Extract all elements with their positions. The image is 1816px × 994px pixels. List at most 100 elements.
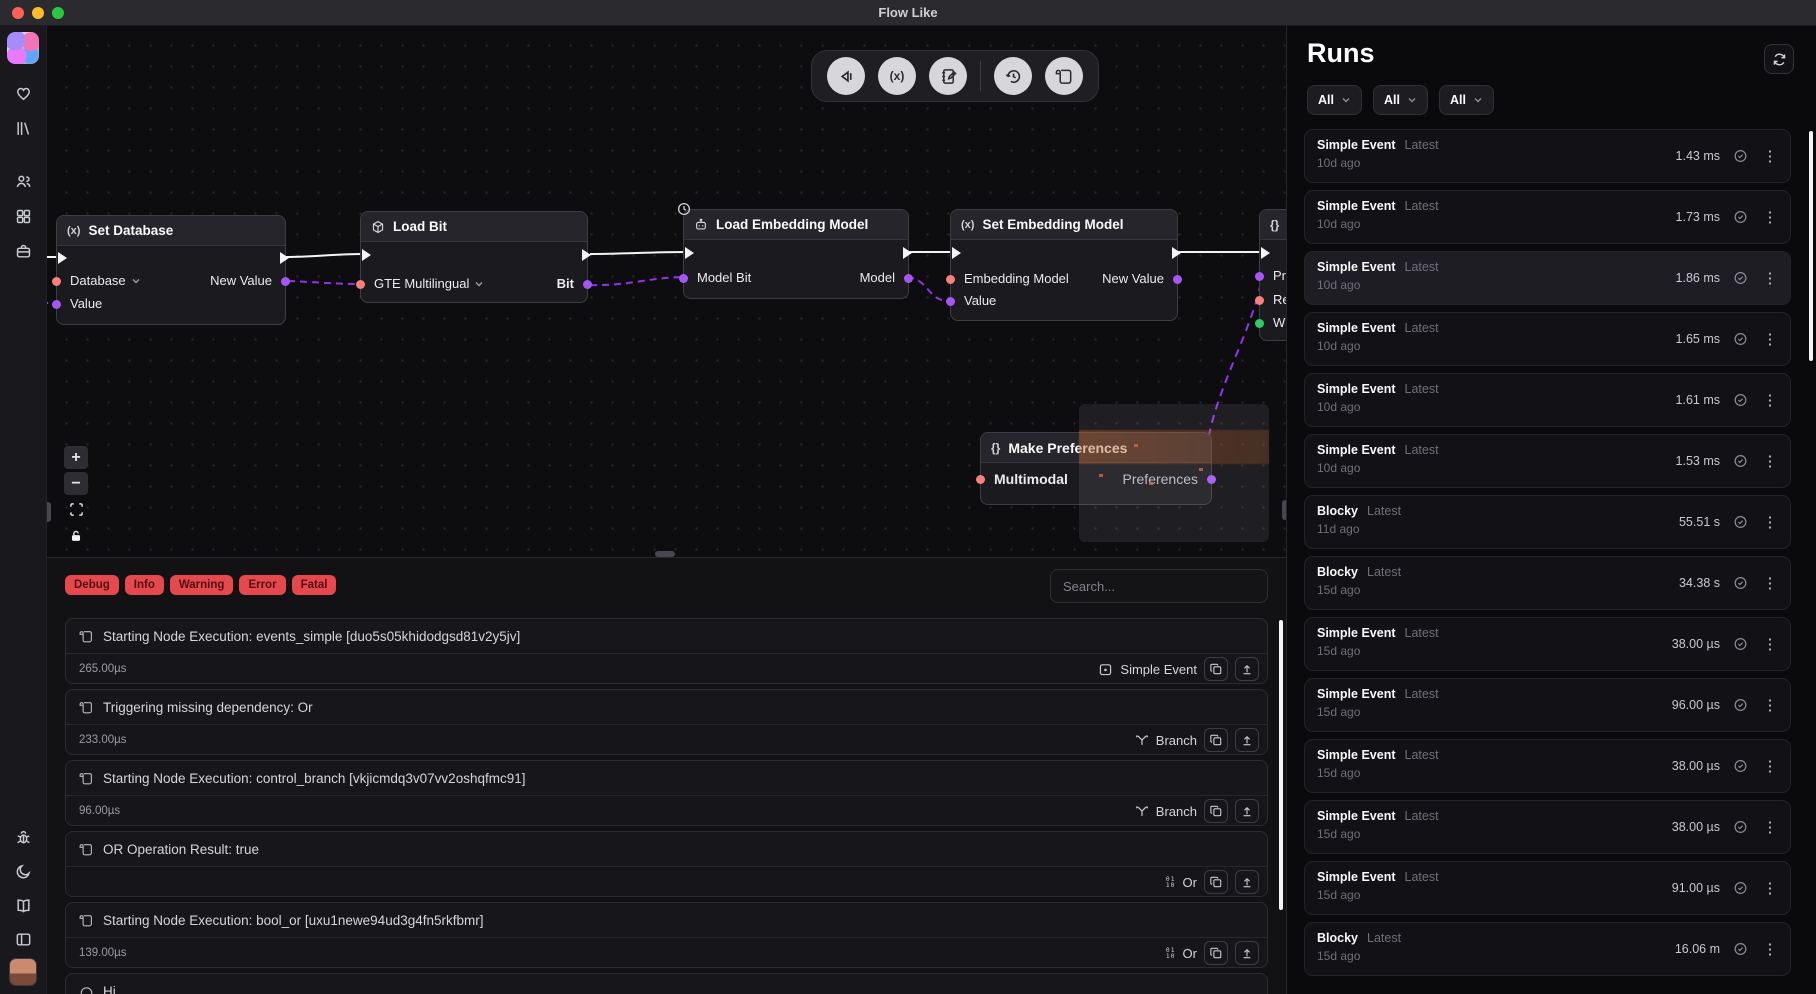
history-icon[interactable] <box>994 57 1032 95</box>
log-scrollbar[interactable] <box>1279 620 1283 910</box>
run-list-item[interactable]: Simple Event Latest 15d ago 38.00 µs ⋮ <box>1304 617 1791 671</box>
node-braces-partial[interactable]: {} Pr Re W <box>1259 209 1286 341</box>
log-row[interactable]: Hi <box>65 973 1268 994</box>
zoom-in-button[interactable]: + <box>64 446 88 469</box>
port-database-select[interactable]: Database <box>70 272 141 290</box>
run-list-item[interactable]: Blocky Latest 15d ago 16.06 m ⋮ <box>1304 922 1791 976</box>
run-list-item[interactable]: Simple Event Latest 10d ago 1.73 ms ⋮ <box>1304 190 1791 244</box>
favorites-heart-icon[interactable] <box>8 78 38 108</box>
store-briefcase-icon[interactable] <box>8 236 38 266</box>
filter-info[interactable]: Info <box>125 575 164 595</box>
log-row[interactable]: Starting Node Execution: events_simple [… <box>65 618 1268 684</box>
goto-node-button[interactable] <box>1235 870 1259 894</box>
blocks-grid-icon[interactable] <box>8 201 38 231</box>
focus-icon[interactable] <box>827 57 865 95</box>
filter-warning[interactable]: Warning <box>170 575 234 595</box>
run-list-item[interactable]: Blocky Latest 11d ago 55.51 s ⋮ <box>1304 495 1791 549</box>
goto-node-button[interactable] <box>1235 799 1259 823</box>
port-re[interactable] <box>1255 296 1264 305</box>
exec-in-port[interactable] <box>362 249 377 261</box>
close-window-button[interactable] <box>12 7 24 19</box>
goto-node-button[interactable] <box>1235 728 1259 752</box>
filter-debug[interactable]: Debug <box>65 575 119 595</box>
run-list-item[interactable]: Simple Event Latest 10d ago 1.65 ms ⋮ <box>1304 312 1791 366</box>
log-search-input[interactable] <box>1050 569 1268 603</box>
left-panel-resize-grip[interactable] <box>47 502 51 522</box>
port-value[interactable] <box>52 300 61 309</box>
exec-in-port[interactable] <box>58 252 73 264</box>
port-bit-select-dropdown[interactable]: GTE Multilingual <box>374 275 484 293</box>
zoom-out-button[interactable]: − <box>64 472 88 495</box>
port-model-bit[interactable] <box>679 274 688 283</box>
run-menu-dots[interactable]: ⋮ <box>1760 879 1780 897</box>
run-list-item[interactable]: Simple Event Latest 10d ago 1.86 ms ⋮ <box>1304 251 1791 305</box>
node-set-embedding-model[interactable]: (x)Set Embedding Model Embedding Model V… <box>950 209 1178 321</box>
minimize-window-button[interactable] <box>32 7 44 19</box>
teams-users-icon[interactable] <box>8 166 38 196</box>
run-list-item[interactable]: Simple Event Latest 15d ago 38.00 µs ⋮ <box>1304 800 1791 854</box>
refresh-button[interactable] <box>1764 44 1794 74</box>
port-bit-out[interactable] <box>583 280 592 289</box>
run-menu-dots[interactable]: ⋮ <box>1760 452 1780 470</box>
runs-filter-3[interactable]: All <box>1439 85 1494 115</box>
exec-in-port[interactable] <box>685 247 700 259</box>
port-embedding-model[interactable] <box>946 275 955 284</box>
log-row[interactable]: Starting Node Execution: control_branch … <box>65 760 1268 826</box>
copy-button[interactable] <box>1204 799 1228 823</box>
run-menu-dots[interactable]: ⋮ <box>1760 757 1780 775</box>
exec-out-port[interactable] <box>1172 247 1187 259</box>
run-menu-dots[interactable]: ⋮ <box>1760 635 1780 653</box>
exec-in-port[interactable] <box>952 247 967 259</box>
node-load-bit[interactable]: Load Bit GTE Multilingual Bit <box>360 211 588 303</box>
user-avatar[interactable] <box>9 958 37 986</box>
exec-out-port[interactable] <box>582 249 597 261</box>
node-set-database[interactable]: (x)Set Database Database Value New Value <box>56 215 286 325</box>
copy-button[interactable] <box>1204 870 1228 894</box>
run-list-item[interactable]: Simple Event Latest 15d ago 38.00 µs ⋮ <box>1304 739 1791 793</box>
library-icon[interactable] <box>8 113 38 143</box>
lock-button[interactable] <box>64 524 88 547</box>
flow-canvas[interactable]: (x) (x)Set Database Database Value New V… <box>47 26 1286 994</box>
port-multimodal[interactable] <box>976 475 985 484</box>
run-list-item[interactable]: Simple Event Latest 15d ago 96.00 µs ⋮ <box>1304 678 1791 732</box>
run-menu-dots[interactable]: ⋮ <box>1760 391 1780 409</box>
run-menu-dots[interactable]: ⋮ <box>1760 696 1780 714</box>
copy-button[interactable] <box>1204 728 1228 752</box>
run-list-item[interactable]: Simple Event Latest 10d ago 1.53 ms ⋮ <box>1304 434 1791 488</box>
copy-button[interactable] <box>1204 657 1228 681</box>
port-database[interactable] <box>52 277 61 286</box>
panel-toggle-icon[interactable] <box>8 924 38 954</box>
exec-out-port[interactable] <box>903 247 918 259</box>
logs-scroll-icon[interactable] <box>1045 57 1083 95</box>
copy-button[interactable] <box>1204 941 1228 965</box>
port-new-value[interactable] <box>281 277 290 286</box>
fit-view-button[interactable] <box>64 498 88 521</box>
run-menu-dots[interactable]: ⋮ <box>1760 269 1780 287</box>
runs-filter-1[interactable]: All <box>1307 85 1362 115</box>
docs-book-icon[interactable] <box>8 890 38 920</box>
exec-out-port[interactable] <box>280 252 295 264</box>
filter-fatal[interactable]: Fatal <box>292 575 337 595</box>
port-new-value[interactable] <box>1173 275 1182 284</box>
run-list-item[interactable]: Simple Event Latest 10d ago 1.61 ms ⋮ <box>1304 373 1791 427</box>
runs-filter-2[interactable]: All <box>1373 85 1428 115</box>
port-pr[interactable] <box>1255 272 1264 281</box>
run-list-item[interactable]: Blocky Latest 15d ago 34.38 s ⋮ <box>1304 556 1791 610</box>
log-row[interactable]: Starting Node Execution: bool_or [uxu1ne… <box>65 902 1268 968</box>
run-menu-dots[interactable]: ⋮ <box>1760 513 1780 531</box>
port-model-out[interactable] <box>904 274 913 283</box>
runs-scrollbar[interactable] <box>1809 131 1813 361</box>
notes-icon[interactable] <box>929 57 967 95</box>
maximize-window-button[interactable] <box>52 7 64 19</box>
port-value[interactable] <box>946 297 955 306</box>
goto-node-button[interactable] <box>1235 941 1259 965</box>
variables-icon[interactable]: (x) <box>878 57 916 95</box>
port-w[interactable] <box>1255 319 1264 328</box>
run-list-item[interactable]: Simple Event Latest 15d ago 91.00 µs ⋮ <box>1304 861 1791 915</box>
log-panel-resize-grip[interactable] <box>655 551 675 557</box>
run-list-item[interactable]: Simple Event Latest 10d ago 1.43 ms ⋮ <box>1304 129 1791 183</box>
exec-in-port[interactable] <box>1261 247 1276 259</box>
filter-error[interactable]: Error <box>239 575 285 595</box>
run-menu-dots[interactable]: ⋮ <box>1760 818 1780 836</box>
goto-node-button[interactable] <box>1235 657 1259 681</box>
